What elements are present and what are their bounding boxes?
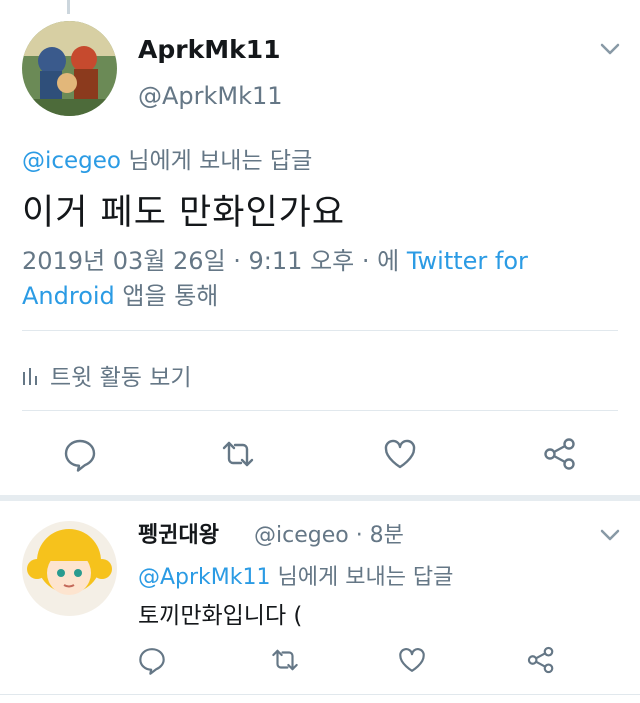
share-icon[interactable] — [542, 436, 578, 472]
divider — [22, 330, 618, 331]
author-handle[interactable]: @AprkMk11 — [138, 82, 283, 110]
reply-author-avatar[interactable] — [22, 521, 117, 616]
reply-replying-to-handle-link[interactable]: @AprkMk11 — [138, 565, 271, 590]
section-divider — [0, 495, 640, 501]
reply-text: 토끼만화입니다 ( — [138, 603, 303, 629]
heart-icon[interactable] — [382, 436, 418, 472]
heart-icon[interactable] — [397, 645, 427, 675]
reply-replying-to-line: @AprkMk11 님에게 보내는 답글 — [138, 559, 453, 591]
tweet-text: 이거 페도 만화인가요 — [22, 193, 346, 233]
reply-author-display-name[interactable]: 펭귄대왕 — [138, 517, 219, 549]
client-suffix: 앱을 통해 — [114, 282, 219, 310]
author-display-name[interactable]: AprkMk11 — [138, 35, 281, 64]
bar-chart-icon — [23, 368, 37, 385]
retweet-icon[interactable] — [220, 436, 256, 472]
divider — [0, 694, 640, 695]
replying-to-suffix: 님에게 보내는 답글 — [121, 148, 313, 174]
reply-icon[interactable] — [137, 645, 167, 675]
tweet-activity-button[interactable]: 트윗 활동 보기 — [22, 358, 192, 392]
chevron-down-icon[interactable] — [596, 35, 624, 63]
tweet-timestamp: 2019년 03월 26일 · 9:11 오후 · 에 — [22, 247, 407, 275]
reply-author-handle-time[interactable]: @icegeo · 8분 — [254, 517, 404, 549]
avatar-illustration — [22, 521, 117, 616]
replying-to-line: @icegeo 님에게 보내는 답글 — [22, 141, 312, 175]
replying-to-handle-link[interactable]: @icegeo — [22, 148, 121, 174]
share-icon[interactable] — [526, 645, 556, 675]
author-avatar[interactable] — [22, 21, 117, 116]
thread-connector — [67, 0, 70, 14]
chevron-down-icon[interactable] — [596, 521, 624, 549]
reply-icon[interactable] — [62, 436, 98, 472]
activity-label: 트윗 활동 보기 — [50, 365, 192, 391]
retweet-icon[interactable] — [270, 645, 300, 675]
tweet-meta: 2019년 03월 26일 · 9:11 오후 · 에 Twitter for … — [22, 244, 582, 314]
avatar-illustration — [22, 21, 117, 116]
divider — [22, 410, 618, 411]
reply-replying-to-suffix: 님에게 보내는 답글 — [270, 565, 454, 590]
